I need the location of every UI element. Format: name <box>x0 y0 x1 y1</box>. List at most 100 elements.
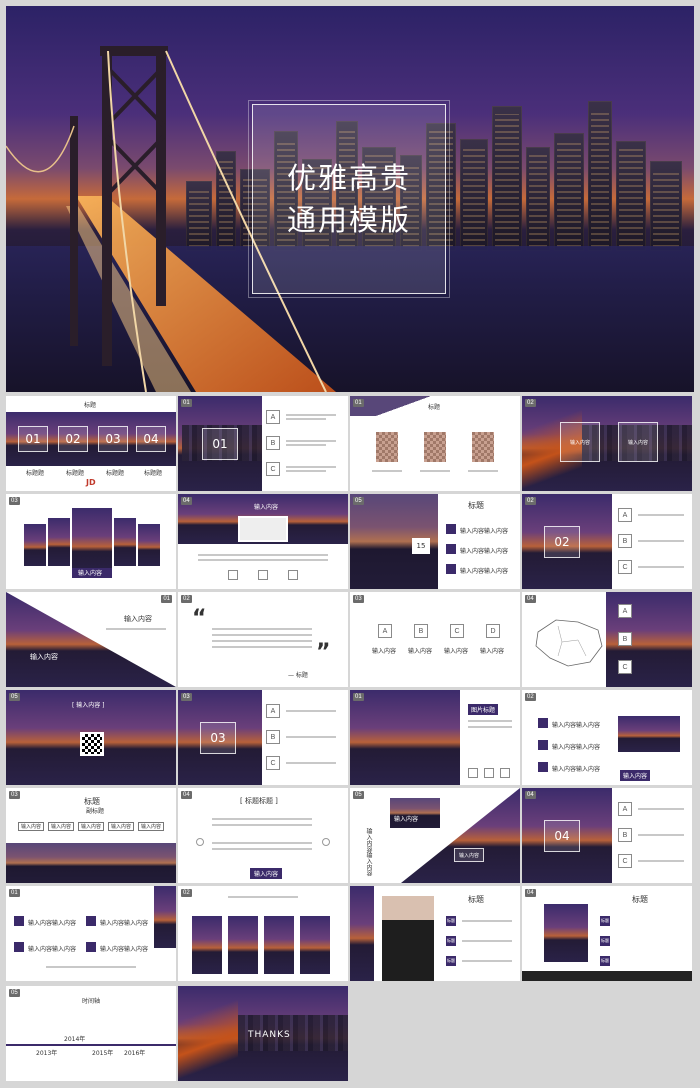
item-label: 标题题 <box>144 470 163 477</box>
quote-close: ” <box>316 640 331 665</box>
tag: 标题 <box>447 918 455 923</box>
content-button[interactable]: 输入内容 <box>48 822 74 831</box>
item-03: 03 <box>98 426 128 452</box>
letter-b: B <box>618 828 632 842</box>
content-panel: A B C <box>612 788 692 883</box>
slide-heading: 输入内容 <box>254 504 279 511</box>
profile-photo <box>424 432 446 462</box>
slide-thumb-2[interactable]: 01 01 A B C <box>178 396 348 491</box>
row-text: 输入内容输入内容 <box>552 722 601 729</box>
slide-number: 03 <box>9 791 20 799</box>
slide-thumb-19[interactable]: 05 输入内容 输入内容输入内容 输入内容 <box>350 788 520 883</box>
caption: 输入内容 <box>78 570 103 577</box>
slide-thumb-24[interactable]: 04 标题 标题 标题 标题 <box>522 886 692 981</box>
timeline-year: 2016年 <box>124 1050 146 1057</box>
slide-thumb-3[interactable]: 01 标题 <box>350 396 520 491</box>
slide-thumb-6[interactable]: 04 输入内容 <box>178 494 348 589</box>
slide-thumb-20[interactable]: 04 04 A B C <box>522 788 692 883</box>
slide-heading: 时间轴 <box>82 998 101 1005</box>
slide-thumb-26[interactable]: THANKS <box>178 986 348 1081</box>
tag: 标题 <box>447 958 455 963</box>
person-photo <box>382 896 434 981</box>
slide-number: 03 <box>181 693 192 701</box>
content-panel: A B C <box>262 690 348 785</box>
row-text: 输入内容输入内容 <box>460 548 509 555</box>
item-label: 标题题 <box>106 470 125 477</box>
content-button[interactable]: 输入内容 <box>18 822 44 831</box>
slide-thumb-10[interactable]: 02 “ ” — 标题 <box>178 592 348 687</box>
slide-number: 05 <box>9 693 20 701</box>
letter-a: A <box>618 802 632 816</box>
timeline-line <box>6 1044 176 1046</box>
slide-thumb-14[interactable]: 03 03 A B C <box>178 690 348 785</box>
slide-thumb-18[interactable]: 04 [ 标题标题 ] 输入内容 <box>178 788 348 883</box>
content-button[interactable]: 输入内容 <box>138 822 164 831</box>
slide-thumb-17[interactable]: 03 标题 副标题 输入内容 输入内容 输入内容 输入内容 输入内容 <box>6 788 176 883</box>
slide-thumb-23[interactable]: 03 标题 标题 标题 标题 <box>350 886 520 981</box>
section-number: 01 <box>202 428 238 460</box>
row-text: 输入内容输入内容 <box>100 920 149 927</box>
slide-thumb-11[interactable]: 03 A B C D 输入内容 输入内容 输入内容 输入内容 <box>350 592 520 687</box>
letter-a: A <box>378 624 392 638</box>
hero-title-line1: 优雅高贵 <box>286 161 411 195</box>
qr-code-icon <box>80 732 104 756</box>
slide-number: 01 <box>353 399 364 407</box>
subheading: 副标题 <box>86 808 105 815</box>
slide-heading: 标题 <box>84 402 97 409</box>
row-text: 输入内容输入内容 <box>460 528 509 535</box>
slide-number: 04 <box>525 595 536 603</box>
slide-number: 04 <box>525 889 536 897</box>
hero-slide[interactable]: 优雅高贵 通用模版 <box>6 6 694 392</box>
timeline-year: 2014年 <box>64 1036 86 1043</box>
slide-overview: 优雅高贵 通用模版 标题 01 02 03 04 标题题 标题题 标题题 标题题 … <box>0 0 700 1088</box>
tag: 标题 <box>601 938 609 943</box>
date-badge: 15 <box>412 538 430 554</box>
content-button[interactable]: 输入内容 <box>250 868 283 879</box>
slide-number: 04 <box>525 791 536 799</box>
slide-thumb-7[interactable]: 05 15 标题 输入内容输入内容 输入内容输入内容 输入内容输入内容 <box>350 494 520 589</box>
chevron-right-icon[interactable] <box>322 838 330 846</box>
slide-thumb-12[interactable]: 04 A B C <box>522 592 692 687</box>
letter-b: B <box>414 624 428 638</box>
timeline-year: 2015年 <box>92 1050 114 1057</box>
slide-thumb-15[interactable]: 01 图片标题 <box>350 690 520 785</box>
row-text: 输入内容输入内容 <box>28 946 77 953</box>
slide-thumb-1[interactable]: 标题 01 02 03 04 标题题 标题题 标题题 标题题 JD <box>6 396 176 491</box>
item-01: 01 <box>18 426 48 452</box>
letter-c: C <box>618 854 632 868</box>
slide-number: 01 <box>181 399 192 407</box>
slide-heading: 标题 <box>428 404 441 411</box>
slide-thumb-21[interactable]: 01 输入内容输入内容 输入内容输入内容 输入内容输入内容 输入内容输入内容 <box>6 886 176 981</box>
slide-thumb-25[interactable]: 05 时间轴 2013年 2014年 2015年 2016年 <box>6 986 176 1081</box>
image-tag: 图片标题 <box>468 704 499 715</box>
slide-number: 02 <box>181 889 192 897</box>
tag: 标题 <box>601 958 609 963</box>
content-button[interactable]: 输入内容 <box>78 822 104 831</box>
letter-c: C <box>266 756 280 770</box>
letter-c: C <box>450 624 464 638</box>
profile-photo <box>376 432 398 462</box>
slide-thumb-8[interactable]: 02 02 A B C <box>522 494 692 589</box>
china-map-icon <box>535 619 603 667</box>
slide-thumb-5[interactable]: 03 输入内容 <box>6 494 176 589</box>
item-label: 输入内容 <box>480 648 505 655</box>
slide-heading: 输入内容 <box>124 615 152 623</box>
slide-thumb-4[interactable]: 02 输入内容 输入内容 <box>522 396 692 491</box>
slide-number: 03 <box>353 595 364 603</box>
slide-thumb-13[interactable]: 05 [ 输入内容 ] <box>6 690 176 785</box>
letter-c: C <box>618 660 632 674</box>
letter-a: A <box>618 508 632 522</box>
slide-thumb-16[interactable]: 02 输入内容输入内容 输入内容输入内容 输入内容输入内容 输入内容 <box>522 690 692 785</box>
slide-thumb-22[interactable]: 02 <box>178 886 348 981</box>
slide-number: 02 <box>181 595 192 603</box>
section-number: 02 <box>544 526 580 558</box>
row-text: 输入内容输入内容 <box>100 946 149 953</box>
content-panel: A B C <box>262 396 348 491</box>
timeline-year: 2013年 <box>36 1050 58 1057</box>
letter-b: B <box>266 730 280 744</box>
chevron-left-icon[interactable] <box>196 838 204 846</box>
slide-thumb-9[interactable]: 01 输入内容 输入内容 <box>6 592 176 687</box>
slide-number: 01 <box>9 889 20 897</box>
item-04: 04 <box>136 426 166 452</box>
content-button[interactable]: 输入内容 <box>108 822 134 831</box>
